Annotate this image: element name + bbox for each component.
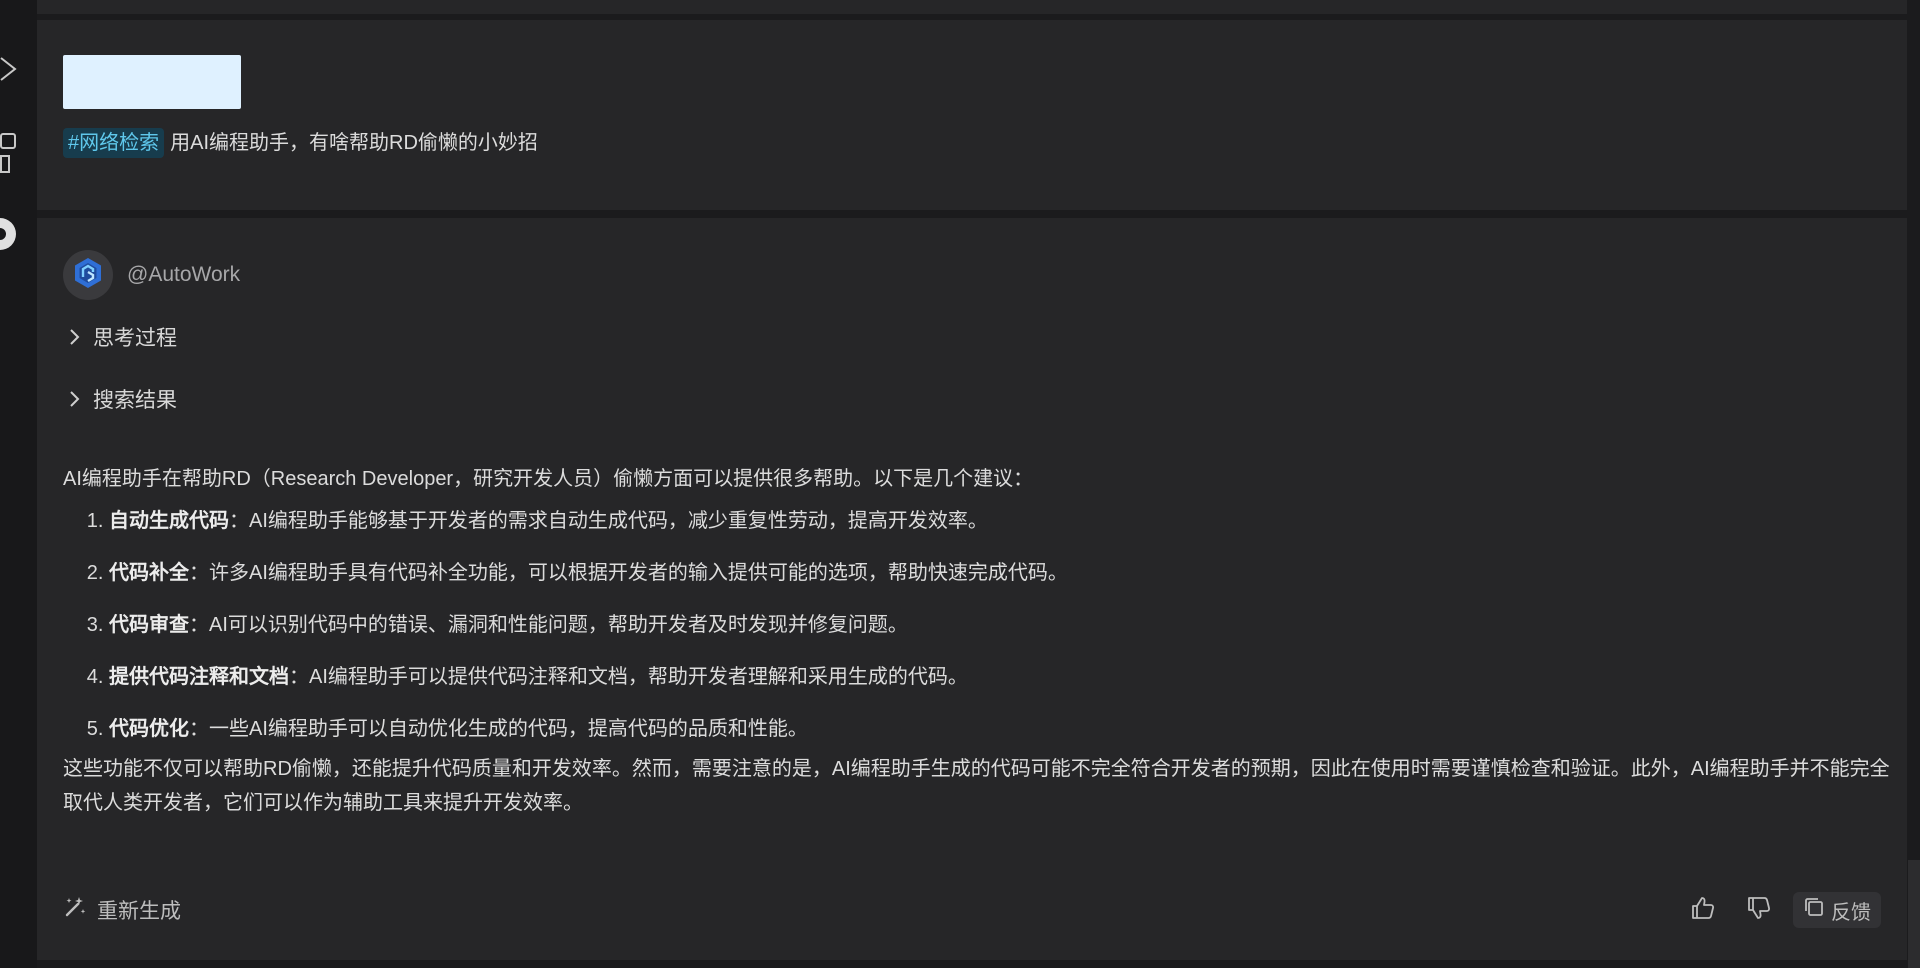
user-avatar (63, 55, 241, 109)
app-window: #网络检索 用AI编程助手，有啥帮助RD偷懒的小妙招 @AutoWork 思考过… (0, 0, 1920, 968)
previous-message-edge (37, 0, 1907, 14)
copy-icon (1803, 896, 1831, 924)
user-query: #网络检索 用AI编程助手，有啥帮助RD偷懒的小妙招 (63, 128, 538, 158)
item-title: 代码补全 (109, 562, 189, 584)
list-item: 代码补全：许多AI编程助手具有代码补全功能，可以根据开发者的输入提供可能的选项，… (109, 558, 1899, 588)
item-title: 代码审查 (109, 614, 189, 636)
chevron-right-icon (63, 326, 85, 348)
play-icon[interactable] (0, 56, 18, 87)
list-item: 自动生成代码：AI编程助手能够基于开发者的需求自动生成代码，减少重复性劳动，提高… (109, 506, 1899, 536)
list-item: 代码优化：一些AI编程助手可以自动优化生成的代码，提高代码的品质和性能。 (109, 714, 1899, 744)
extensions-icon[interactable] (0, 132, 18, 181)
answer-body: AI编程助手在帮助RD（Research Developer，研究开发人员）偷懒… (63, 462, 1899, 820)
item-title: 提供代码注释和文档 (109, 666, 289, 688)
web-search-tag[interactable]: #网络检索 (63, 128, 165, 158)
item-text: ：许多AI编程助手具有代码补全功能，可以根据开发者的输入提供可能的选项，帮助快速… (189, 562, 1068, 584)
rating-actions: 反馈 (1667, 890, 1881, 930)
item-text: ：一些AI编程助手可以自动优化生成的代码，提高代码的品质和性能。 (189, 718, 808, 740)
bot-avatar (63, 250, 113, 300)
regenerate-label: 重新生成 (97, 900, 181, 923)
answer-intro: AI编程助手在帮助RD（Research Developer，研究开发人员）偷懒… (63, 468, 1034, 490)
feedback-label: 反馈 (1831, 901, 1871, 924)
bot-header: @AutoWork (63, 250, 240, 300)
item-title: 自动生成代码 (109, 510, 229, 532)
search-results-label: 搜索结果 (93, 389, 177, 412)
user-query-text: 用AI编程助手，有啥帮助RD偷懒的小妙招 (170, 132, 538, 154)
app-logo-icon[interactable] (0, 212, 18, 261)
item-text: ：AI可以识别代码中的错误、漏洞和性能问题，帮助开发者及时发现并修复问题。 (189, 614, 908, 636)
bot-name: @AutoWork (127, 263, 241, 286)
suggestion-list: 自动生成代码：AI编程助手能够基于开发者的需求自动生成代码，减少重复性劳动，提高… (63, 506, 1899, 744)
feedback-button[interactable]: 反馈 (1793, 892, 1881, 928)
thinking-process-label: 思考过程 (93, 327, 177, 350)
item-text: ：AI编程助手能够基于开发者的需求自动生成代码，减少重复性劳动，提高开发效率。 (229, 510, 988, 532)
dislike-button[interactable] (1739, 890, 1779, 930)
chevron-right-icon (63, 388, 85, 410)
list-item: 代码审查：AI可以识别代码中的错误、漏洞和性能问题，帮助开发者及时发现并修复问题… (109, 610, 1899, 640)
message-actions-bar: 重新生成 反馈 (63, 890, 1881, 930)
item-text: ：AI编程助手可以提供代码注释和文档，帮助开发者理解和采用生成的代码。 (289, 666, 968, 688)
autowork-logo-icon (73, 257, 103, 294)
assistant-message-card: @AutoWork 思考过程 搜索结果 AI编程助手在帮助RD（Research… (37, 218, 1907, 960)
like-button[interactable] (1683, 890, 1723, 930)
list-item: 提供代码注释和文档：AI编程助手可以提供代码注释和文档，帮助开发者理解和采用生成… (109, 662, 1899, 692)
thinking-process-toggle[interactable]: 思考过程 (63, 322, 177, 352)
activity-bar (0, 0, 37, 968)
scrollbar-thumb[interactable] (1908, 860, 1920, 968)
user-message-card: #网络检索 用AI编程助手，有啥帮助RD偷懒的小妙招 (37, 20, 1907, 210)
answer-conclusion: 这些功能不仅可以帮助RD偷懒，还能提升代码质量和开发效率。然而，需要注意的是，A… (63, 758, 1890, 814)
search-results-toggle[interactable]: 搜索结果 (63, 384, 177, 414)
regenerate-button[interactable]: 重新生成 (63, 895, 181, 925)
thumbs-down-icon (1746, 895, 1772, 926)
item-title: 代码优化 (109, 718, 189, 740)
magic-wand-icon (63, 895, 97, 925)
thumbs-up-icon (1690, 895, 1716, 926)
